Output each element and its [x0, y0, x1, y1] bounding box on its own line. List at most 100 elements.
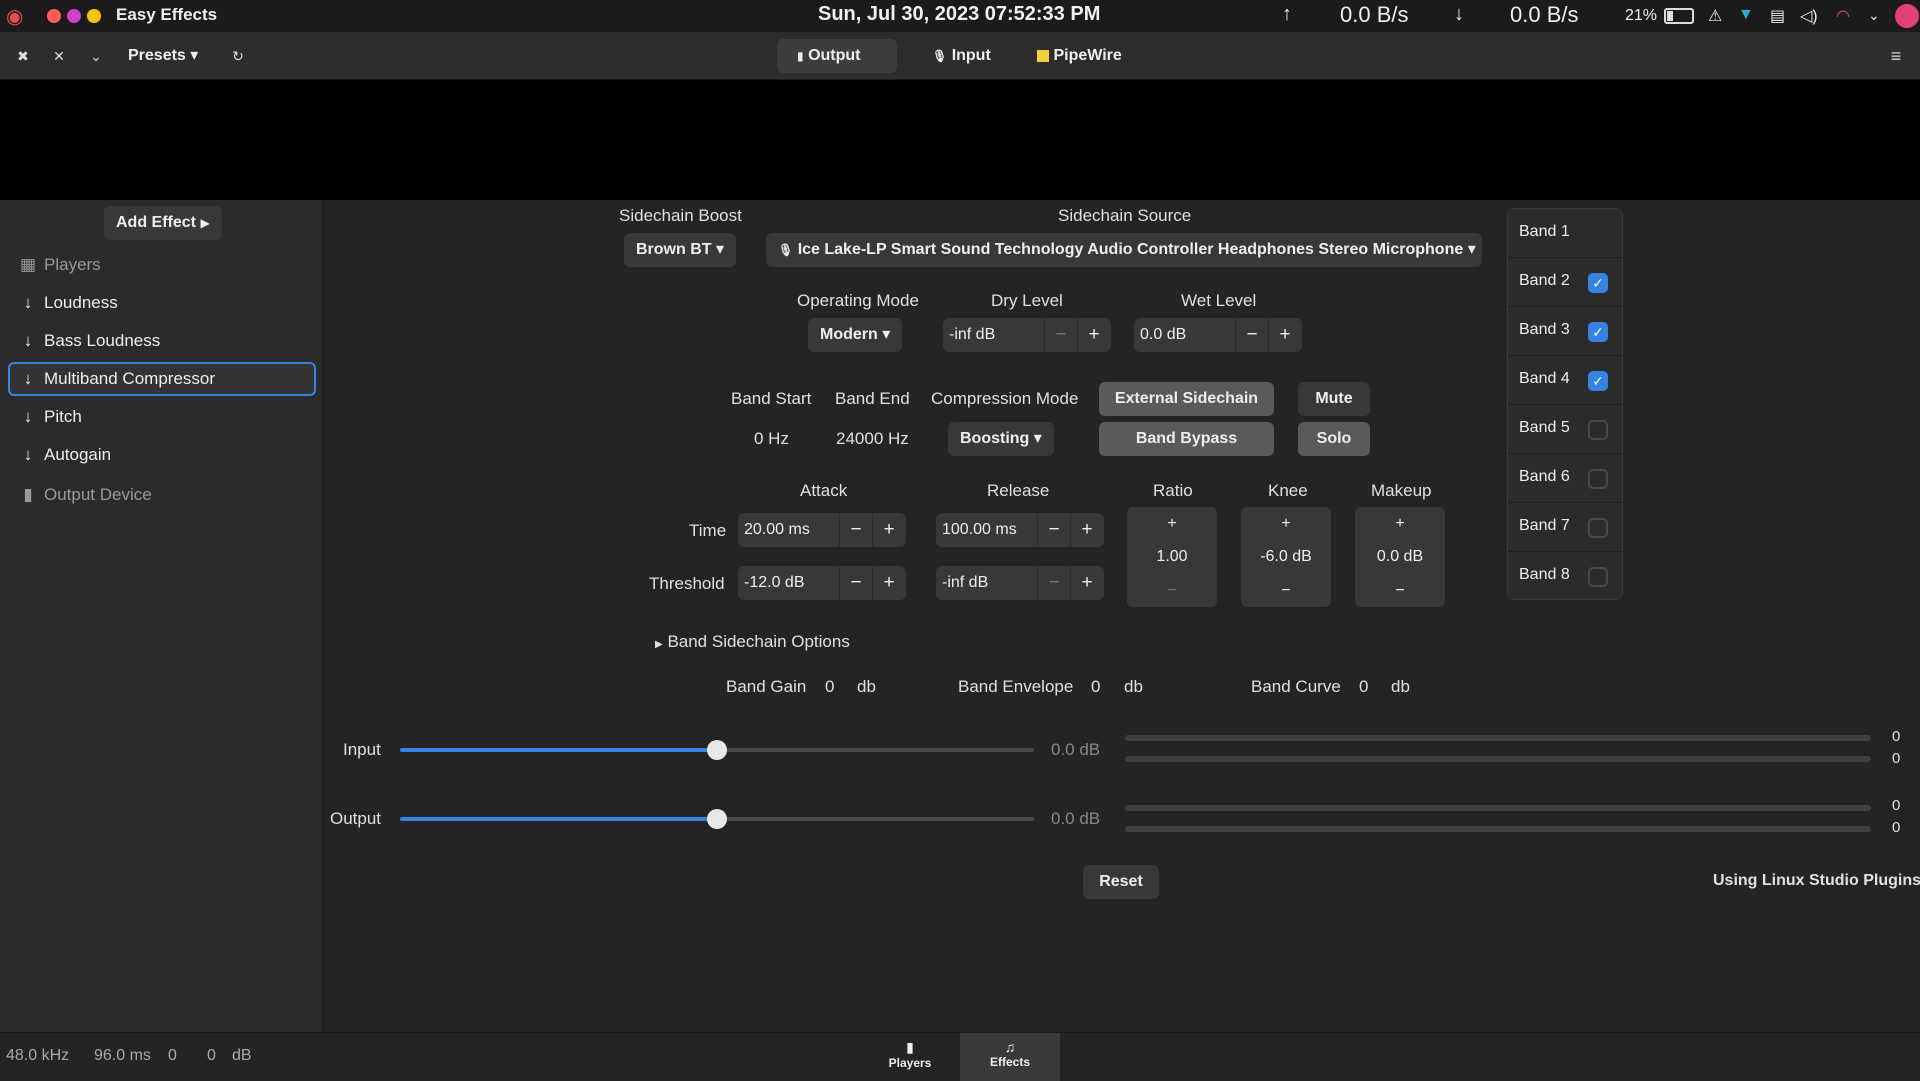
sidebar-item-bass-loudness[interactable]: ↓ Bass Loudness [8, 324, 316, 358]
wet-level-decrease-button[interactable]: − [1235, 318, 1268, 352]
release-time-increase-button[interactable]: + [1070, 513, 1103, 547]
chevron-down-icon[interactable]: ⌄ [1868, 7, 1880, 24]
clipboard-icon[interactable]: ▤ [1770, 6, 1785, 26]
makeup-value[interactable]: 0.0 dB [1355, 540, 1445, 573]
attack-time-increase-button[interactable]: + [872, 513, 905, 547]
band-list-item[interactable]: Band 6 [1508, 454, 1622, 503]
chevron-down-icon[interactable]: ⌄ [82, 42, 110, 70]
band-list-item[interactable]: Band 5 [1508, 405, 1622, 454]
attack-threshold-increase-button[interactable]: + [872, 566, 905, 600]
presets-menu-button[interactable]: Presets ▾ [108, 39, 218, 73]
operating-mode-dropdown[interactable]: Modern ▾ [808, 318, 903, 352]
band-enable-checkbox[interactable]: ✓ [1588, 322, 1608, 342]
arrow-down-icon: ↓ [23, 369, 33, 388]
sidechain-source-dropdown[interactable]: 🎙 Ice Lake-LP Smart Sound Technology Aud… [766, 233, 1482, 267]
knee-increase-button[interactable]: + [1241, 507, 1331, 540]
maximize-window-button[interactable] [87, 9, 101, 23]
output-gain-knob[interactable] [707, 809, 727, 829]
band-list-item[interactable]: Band 7 [1508, 503, 1622, 552]
ratio-increase-button[interactable]: + [1127, 507, 1217, 540]
sidebar-item-output-device[interactable]: ▮ Output Device [8, 478, 316, 512]
makeup-decrease-button[interactable]: − [1355, 574, 1445, 607]
tab-output[interactable]: ▮ Output [777, 39, 897, 73]
wet-level-increase-button[interactable]: + [1268, 318, 1301, 352]
wifi-icon[interactable]: ◠ [1836, 6, 1850, 26]
dry-level-decrease-button[interactable]: − [1044, 318, 1077, 352]
band-start-value: 0 Hz [754, 429, 789, 448]
tab-pipewire[interactable]: PipeWire [1017, 39, 1142, 73]
release-threshold-decrease-button[interactable]: − [1037, 566, 1070, 600]
makeup-spin[interactable]: + 0.0 dB − [1355, 507, 1445, 607]
release-threshold-spin[interactable]: -inf dB − + [936, 566, 1104, 600]
makeup-increase-button[interactable]: + [1355, 507, 1445, 540]
mute-toggle[interactable]: Mute [1298, 382, 1370, 416]
external-sidechain-toggle[interactable]: External Sidechain [1099, 382, 1274, 416]
wet-level-value[interactable]: 0.0 dB [1140, 318, 1186, 352]
avatar[interactable] [1895, 4, 1919, 28]
bypass-icon[interactable]: ✕ [45, 42, 73, 70]
notification-icon[interactable]: ⚠ [1708, 6, 1722, 26]
ratio-value[interactable]: 1.00 [1127, 540, 1217, 573]
knee-value[interactable]: -6.0 dB [1241, 540, 1331, 573]
wet-level-spin[interactable]: 0.0 dB − + [1134, 318, 1302, 352]
band-list-item[interactable]: Band 4 ✓ [1508, 356, 1622, 405]
band-enable-checkbox[interactable] [1588, 518, 1608, 538]
players-icon: ▮ [906, 1039, 914, 1055]
sidebar-item-multiband-compressor[interactable]: ↓ Multiband Compressor [8, 362, 316, 396]
band-enable-checkbox[interactable]: ✓ [1588, 273, 1608, 293]
attack-threshold-decrease-button[interactable]: − [839, 566, 872, 600]
add-effect-button[interactable]: Add Effect ▶ [104, 206, 222, 240]
release-time-spin[interactable]: 100.00 ms − + [936, 513, 1104, 547]
attack-time-decrease-button[interactable]: − [839, 513, 872, 547]
close-window-button[interactable] [47, 9, 61, 23]
release-threshold-increase-button[interactable]: + [1070, 566, 1103, 600]
tab-players[interactable]: ▮ Players [860, 1033, 960, 1081]
knee-spin[interactable]: + -6.0 dB − [1241, 507, 1331, 607]
sidebar-item-players[interactable]: ▦ Players [8, 248, 316, 282]
release-time-decrease-button[interactable]: − [1037, 513, 1070, 547]
reset-button[interactable]: Reset [1083, 865, 1159, 899]
sidebar-item-loudness[interactable]: ↓ Loudness [8, 286, 316, 320]
solo-toggle[interactable]: Solo [1298, 422, 1370, 456]
band-list-item[interactable]: Band 2 ✓ [1508, 258, 1622, 307]
dry-level-spin[interactable]: -inf dB − + [943, 318, 1111, 352]
attack-threshold-value[interactable]: -12.0 dB [744, 566, 804, 600]
ratio-spin[interactable]: + 1.00 − [1127, 507, 1217, 607]
arrow-down-icon: ↓ [23, 445, 33, 464]
dry-level-increase-button[interactable]: + [1077, 318, 1110, 352]
clock[interactable]: Sun, Jul 30, 2023 07:52:33 PM [818, 3, 1100, 26]
band-bypass-toggle[interactable]: Band Bypass [1099, 422, 1274, 456]
knee-decrease-button[interactable]: − [1241, 574, 1331, 607]
close-icon[interactable]: ✖ [9, 42, 37, 70]
band-list-item[interactable]: Band 8 [1508, 552, 1622, 599]
refresh-icon[interactable]: ↻ [224, 42, 252, 70]
band-list-item[interactable]: Band 1 [1508, 209, 1622, 258]
sidebar-item-autogain[interactable]: ↓ Autogain [8, 438, 316, 472]
input-gain-knob[interactable] [707, 740, 727, 760]
band-enable-checkbox[interactable] [1588, 469, 1608, 489]
vpn-shield-icon[interactable]: ▼ [1738, 6, 1754, 24]
band-sidechain-options-expander[interactable]: ▶ Band Sidechain Options [655, 632, 850, 652]
band-enable-checkbox[interactable] [1588, 567, 1608, 587]
minimize-window-button[interactable] [67, 9, 81, 23]
band-enable-checkbox[interactable] [1588, 420, 1608, 440]
attack-time-spin[interactable]: 20.00 ms − + [738, 513, 906, 547]
sidechain-boost-dropdown[interactable]: Brown BT ▾ [624, 233, 737, 267]
battery-icon[interactable] [1664, 8, 1694, 24]
band-list-item[interactable]: Band 3 ✓ [1508, 307, 1622, 356]
tab-effects[interactable]: ♫ Effects [960, 1033, 1060, 1081]
volume-icon[interactable]: ◁) [1800, 6, 1818, 26]
compression-mode-dropdown[interactable]: Boosting ▾ [948, 422, 1054, 456]
attack-time-value[interactable]: 20.00 ms [744, 513, 810, 547]
release-time-value[interactable]: 100.00 ms [942, 513, 1017, 547]
band-enable-checkbox[interactable]: ✓ [1588, 371, 1608, 391]
sidebar-item-pitch[interactable]: ↓ Pitch [8, 400, 316, 434]
tab-input[interactable]: 🎙 Input [912, 39, 1011, 73]
ratio-decrease-button[interactable]: − [1127, 574, 1217, 607]
status-bar: 48.0 kHz 96.0 ms 0 0 dB ▮ Players ♫ Effect… [0, 1032, 1920, 1081]
hamburger-menu-icon[interactable]: ≡ [1882, 42, 1910, 70]
presets-label: Presets [128, 47, 186, 64]
dry-level-value[interactable]: -inf dB [949, 318, 995, 352]
attack-threshold-spin[interactable]: -12.0 dB − + [738, 566, 906, 600]
release-threshold-value[interactable]: -inf dB [942, 566, 988, 600]
